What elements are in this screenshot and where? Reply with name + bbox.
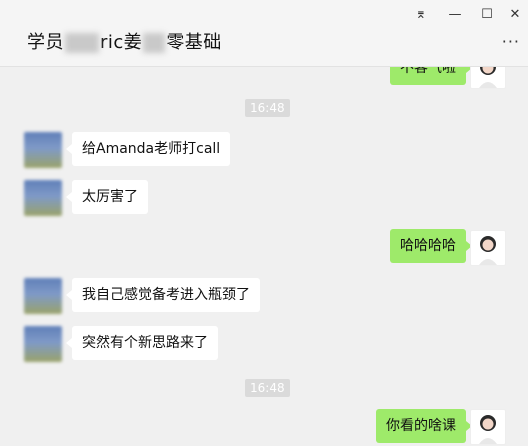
chat-title: 学员 ric姜 零基础: [27, 28, 222, 54]
message-bubble-sent: 不客气啦: [390, 67, 472, 85]
avatar[interactable]: [470, 230, 506, 266]
avatar[interactable]: [24, 278, 62, 314]
chat-header: 学员 ric姜 零基础 ⌆ — ☐ ✕ ···: [0, 0, 528, 67]
maximize-icon[interactable]: ☐: [476, 4, 498, 26]
minimize-icon[interactable]: —: [444, 4, 466, 26]
chat-window: 学员 ric姜 零基础 ⌆ — ☐ ✕ ··· 不客气啦 16:48 给Amanda…: [0, 0, 528, 446]
timestamp: 16:48: [245, 99, 290, 117]
avatar[interactable]: [24, 132, 62, 168]
title-part-1: 学员: [27, 32, 64, 53]
redacted-name-2: [143, 33, 166, 53]
message-list[interactable]: 不客气啦 16:48 给Amanda老师打call 太厉害了 哈哈哈哈 我自己感…: [0, 67, 528, 446]
message-bubble-sent: 你看的啥课: [376, 409, 472, 443]
message-bubble-received: 给Amanda老师打call: [65, 132, 231, 166]
avatar[interactable]: [24, 180, 62, 216]
close-icon[interactable]: ✕: [504, 4, 526, 26]
avatar[interactable]: [470, 409, 506, 445]
message-bubble-sent: 哈哈哈哈: [390, 229, 472, 263]
message-bubble-received: 我自己感觉备考进入瓶颈了: [66, 278, 260, 312]
message-bubble-received: 太厉害了: [66, 180, 148, 214]
title-part-3: 零基础: [166, 32, 222, 53]
redacted-name: [65, 33, 99, 53]
more-options-icon[interactable]: ···: [502, 32, 520, 51]
timestamp: 16:48: [245, 379, 290, 397]
message-bubble-received: 突然有个新思路来了: [66, 326, 218, 360]
avatar[interactable]: [470, 67, 506, 89]
title-part-2: ric姜: [100, 32, 143, 53]
avatar[interactable]: [24, 326, 62, 362]
pin-icon[interactable]: ⌆: [410, 4, 432, 26]
